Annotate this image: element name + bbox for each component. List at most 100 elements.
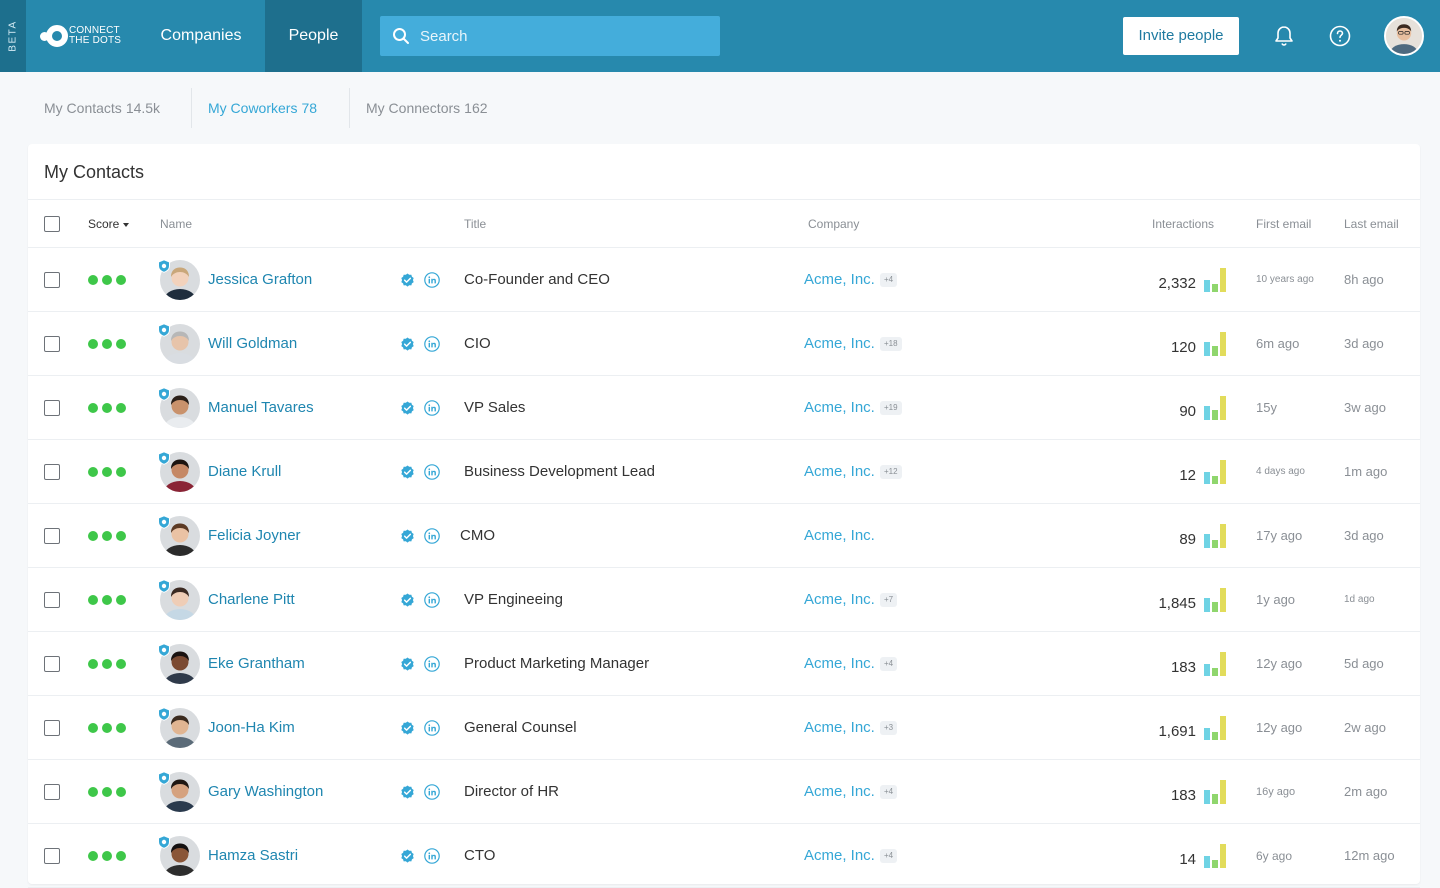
tab-my-connectors[interactable]: My Connectors 162 xyxy=(366,88,488,128)
company-link[interactable]: Acme, Inc. xyxy=(804,376,875,440)
nav-companies[interactable]: Companies xyxy=(140,0,262,72)
more-companies-badge[interactable]: +19 xyxy=(880,401,902,415)
contact-title: General Counsel xyxy=(464,719,577,736)
row-checkbox[interactable] xyxy=(44,720,60,736)
search-input[interactable] xyxy=(420,16,710,56)
connector-shield-icon xyxy=(158,259,170,273)
nav-people[interactable]: People xyxy=(265,0,362,72)
table-row[interactable]: Diane Krull Business Development Lead Ac… xyxy=(28,440,1420,504)
linkedin-icon[interactable] xyxy=(424,336,440,352)
contact-name-link[interactable]: Manuel Tavares xyxy=(208,376,314,440)
contact-name-link[interactable]: Charlene Pitt xyxy=(208,568,295,632)
score-dot xyxy=(102,595,112,605)
table-row[interactable]: Will Goldman CIO Acme, Inc. +18 120 6m a… xyxy=(28,312,1420,376)
verified-check-icon xyxy=(401,657,414,671)
column-title[interactable]: Title xyxy=(464,200,486,248)
linkedin-icon[interactable] xyxy=(424,720,440,736)
help-icon[interactable] xyxy=(1328,24,1352,48)
company-link[interactable]: Acme, Inc. xyxy=(804,504,875,568)
table-row[interactable]: Manuel Tavares VP Sales Acme, Inc. +19 9… xyxy=(28,376,1420,440)
more-companies-badge[interactable]: +4 xyxy=(880,849,898,863)
column-first-email[interactable]: First email xyxy=(1256,200,1311,248)
linkedin-icon[interactable] xyxy=(424,784,440,800)
user-avatar[interactable] xyxy=(1384,16,1424,56)
invite-people-button[interactable]: Invite people xyxy=(1123,17,1239,55)
tab-my-contacts[interactable]: My Contacts 14.5k xyxy=(44,88,160,128)
linkedin-icon[interactable] xyxy=(424,528,440,544)
row-checkbox[interactable] xyxy=(44,656,60,672)
contact-name-link[interactable]: Jessica Grafton xyxy=(208,248,312,312)
contact-name-link[interactable]: Diane Krull xyxy=(208,440,281,504)
linkedin-icon[interactable] xyxy=(424,272,440,288)
linkedin-icon[interactable] xyxy=(424,464,440,480)
table-row[interactable]: Eke Grantham Product Marketing Manager A… xyxy=(28,632,1420,696)
company-link[interactable]: Acme, Inc. xyxy=(804,312,875,376)
connector-shield-icon xyxy=(158,643,170,657)
verified-check-icon xyxy=(401,337,414,351)
bell-icon[interactable] xyxy=(1272,24,1296,48)
app-logo[interactable]: CONNECT THE DOTS xyxy=(38,22,128,50)
contact-name-link[interactable]: Will Goldman xyxy=(208,312,297,376)
company-link[interactable]: Acme, Inc. xyxy=(804,760,875,824)
row-checkbox[interactable] xyxy=(44,784,60,800)
score-indicator xyxy=(88,467,130,477)
row-checkbox[interactable] xyxy=(44,336,60,352)
tab-my-coworkers[interactable]: My Coworkers 78 xyxy=(208,88,317,128)
interaction-bars xyxy=(1204,524,1228,548)
contact-name-link[interactable]: Joon-Ha Kim xyxy=(208,696,295,760)
more-companies-badge[interactable]: +4 xyxy=(880,273,898,287)
linkedin-icon[interactable] xyxy=(424,400,440,416)
linkedin-icon[interactable] xyxy=(424,592,440,608)
first-email-time: 6m ago xyxy=(1256,336,1300,351)
more-companies-badge[interactable]: +4 xyxy=(880,657,898,671)
table-row[interactable]: Charlene Pitt VP Engineeing Acme, Inc. +… xyxy=(28,568,1420,632)
verified-check-icon xyxy=(401,465,414,479)
row-checkbox[interactable] xyxy=(44,400,60,416)
column-company[interactable]: Company xyxy=(808,200,859,248)
table-row[interactable]: Gary Washington Director of HR Acme, Inc… xyxy=(28,760,1420,824)
column-name[interactable]: Name xyxy=(160,200,192,248)
more-companies-badge[interactable]: +12 xyxy=(880,465,902,479)
tab-divider xyxy=(191,88,192,128)
row-checkbox[interactable] xyxy=(44,592,60,608)
interaction-bar xyxy=(1204,664,1210,676)
contact-name-link[interactable]: Gary Washington xyxy=(208,760,323,824)
column-score[interactable]: Score xyxy=(88,200,130,248)
more-companies-badge[interactable]: +3 xyxy=(880,721,898,735)
column-last-email[interactable]: Last email xyxy=(1344,200,1399,248)
interaction-bars xyxy=(1204,460,1228,484)
search-box[interactable] xyxy=(380,16,720,56)
more-companies-badge[interactable]: +4 xyxy=(880,785,898,799)
row-checkbox[interactable] xyxy=(44,272,60,288)
company-link[interactable]: Acme, Inc. xyxy=(804,632,875,696)
linkedin-icon[interactable] xyxy=(424,656,440,672)
company-link[interactable]: Acme, Inc. xyxy=(804,824,875,888)
row-checkbox[interactable] xyxy=(44,848,60,864)
score-dot xyxy=(116,787,126,797)
company-link[interactable]: Acme, Inc. xyxy=(804,440,875,504)
contact-name-link[interactable]: Felicia Joyner xyxy=(208,504,301,568)
linkedin-icon[interactable] xyxy=(424,848,440,864)
contact-name-link[interactable]: Eke Grantham xyxy=(208,632,305,696)
table-row[interactable]: Joon-Ha Kim General Counsel Acme, Inc. +… xyxy=(28,696,1420,760)
interaction-bars xyxy=(1204,844,1228,868)
connector-shield-icon xyxy=(158,579,170,593)
select-all-checkbox[interactable] xyxy=(44,216,60,232)
company-link[interactable]: Acme, Inc. xyxy=(804,248,875,312)
row-checkbox[interactable] xyxy=(44,528,60,544)
more-companies-badge[interactable]: +18 xyxy=(880,337,902,351)
more-companies-badge[interactable]: +7 xyxy=(880,593,898,607)
column-interactions[interactable]: Interactions xyxy=(1152,200,1214,248)
interaction-bar xyxy=(1212,346,1218,356)
contact-title: Co-Founder and CEO xyxy=(464,271,610,288)
score-indicator xyxy=(88,275,130,285)
table-row[interactable]: Felicia Joyner CMO Acme, Inc. 89 17y ago xyxy=(28,504,1420,568)
score-dot xyxy=(102,339,112,349)
row-checkbox[interactable] xyxy=(44,464,60,480)
tab-count: 78 xyxy=(301,100,318,116)
table-row[interactable]: Jessica Grafton Co-Founder and CEO Acme,… xyxy=(28,248,1420,312)
company-link[interactable]: Acme, Inc. xyxy=(804,568,875,632)
company-link[interactable]: Acme, Inc. xyxy=(804,696,875,760)
table-row[interactable]: Hamza Sastri CTO Acme, Inc. +4 14 6y ago xyxy=(28,824,1420,888)
contact-name-link[interactable]: Hamza Sastri xyxy=(208,824,298,888)
